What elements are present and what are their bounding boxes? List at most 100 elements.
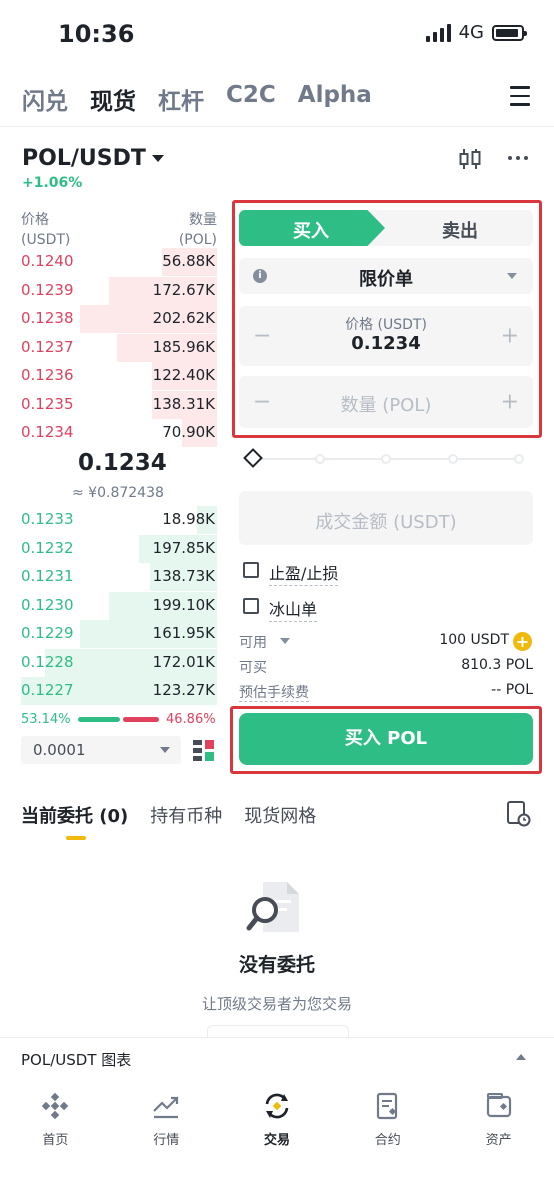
nav-futures-label: 合约 <box>374 1133 401 1148</box>
slider-stop-50[interactable] <box>381 454 391 464</box>
nav-futures[interactable]: 合约 <box>332 1081 443 1177</box>
ask-quantity: 70.90K <box>162 423 215 441</box>
iceberg-checkbox[interactable] <box>243 598 259 614</box>
caret-down-icon[interactable] <box>152 155 164 162</box>
orders-tabs: 当前委托 (0) 持有币种 现货网格 <box>21 802 316 828</box>
pair-selector[interactable]: POL/USDT <box>22 146 146 171</box>
buy-tab[interactable]: 买入 <box>239 210 385 246</box>
bid-row[interactable]: 0.1232 197.85K <box>21 534 217 563</box>
candlestick-icon[interactable] <box>459 147 481 175</box>
empty-subtitle: 让顶级交易者为您交易 <box>201 995 352 1013</box>
fee-row: 预估手续费 -- POL <box>239 682 533 702</box>
status-time: 10:36 <box>58 20 135 48</box>
ask-quantity: 138.31K <box>152 394 215 413</box>
nav-trade[interactable]: 交易 <box>222 1081 333 1177</box>
amount-placeholder: 成交金额 (USDT) <box>315 512 457 533</box>
bid-quantity: 138.73K <box>152 567 215 585</box>
nav-assets[interactable]: 资产 <box>443 1081 554 1177</box>
available-label[interactable]: 可用 <box>239 635 267 651</box>
order-type-select[interactable]: i 限价单 <box>239 258 533 294</box>
ask-row[interactable]: 0.1237 185.96K <box>21 333 217 362</box>
sell-ratio: 46.86% <box>166 712 216 727</box>
price-label: 价格 (USDT) <box>345 317 427 333</box>
tp-sl-checkbox[interactable] <box>243 562 259 578</box>
bid-row[interactable]: 0.1227 123.27K <box>21 677 217 705</box>
bid-price: 0.1231 <box>21 567 74 585</box>
status-indicators: 4G <box>425 22 527 43</box>
empty-title: 没有委托 <box>238 954 315 976</box>
ask-row[interactable]: 0.1240 56.88K <box>21 248 217 276</box>
bid-row[interactable]: 0.1229 161.95K <box>21 620 217 648</box>
mid-price-cny: ≈ ¥0.872438 <box>72 485 164 501</box>
tab-open-orders[interactable]: 当前委托 (0) <box>21 802 128 828</box>
chart-bar-label[interactable]: POL/USDT 图表 <box>21 1049 131 1070</box>
slider-stop-100[interactable] <box>514 454 524 464</box>
network-label: 4G <box>458 22 484 43</box>
wallet-icon <box>486 1093 511 1118</box>
amount-input[interactable]: 成交金额 (USDT) <box>239 491 533 545</box>
ob-price-header: 价格 (USDT) <box>21 212 71 248</box>
bid-price: 0.1230 <box>21 595 74 614</box>
increase-price-button[interactable]: + <box>501 324 519 349</box>
slider-stop-75[interactable] <box>448 454 458 464</box>
slider-stop-25[interactable] <box>315 454 325 464</box>
ob-qty-header: 数量 (POL) <box>178 212 217 248</box>
ask-row[interactable]: 0.1238 202.62K <box>21 305 217 333</box>
ask-row[interactable]: 0.1236 122.40K <box>21 362 217 390</box>
bid-row[interactable]: 0.1233 18.98K <box>21 506 217 534</box>
ask-price: 0.1237 <box>21 337 74 356</box>
bid-row[interactable]: 0.1230 199.10K <box>21 591 217 620</box>
iceberg-label[interactable]: 冰山单 <box>269 596 318 622</box>
bid-quantity: 199.10K <box>152 595 215 614</box>
futures-contract-icon <box>376 1092 397 1120</box>
bid-row[interactable]: 0.1228 172.01K <box>21 648 217 677</box>
tp-sl-label[interactable]: 止盈/止损 <box>269 560 339 586</box>
bid-row[interactable]: 0.1231 138.73K <box>21 563 217 591</box>
order-history-icon[interactable] <box>507 801 531 827</box>
sell-tab[interactable]: 卖出 <box>400 217 520 243</box>
precision-select[interactable]: 0.0001 <box>21 736 181 764</box>
market-trend-icon <box>153 1096 179 1119</box>
menu-icon[interactable] <box>510 86 530 112</box>
increase-qty-button[interactable]: + <box>501 390 519 415</box>
ask-price: 0.1239 <box>21 280 74 299</box>
ask-quantity: 56.88K <box>162 252 215 270</box>
mid-price: 0.1234 <box>78 450 167 476</box>
ask-price: 0.1235 <box>21 394 74 413</box>
price-input[interactable]: − 价格 (USDT) 0.1234 + <box>239 306 533 366</box>
amount-slider-thumb[interactable] <box>243 448 263 468</box>
nav-markets[interactable]: 行情 <box>111 1081 222 1177</box>
tab-alpha[interactable]: Alpha <box>298 82 372 116</box>
ask-quantity: 172.67K <box>152 280 215 299</box>
tab-flash-swap[interactable]: 闪兑 <box>22 82 68 116</box>
battery-icon <box>492 24 527 41</box>
ask-row[interactable]: 0.1239 172.67K <box>21 276 217 305</box>
bid-price: 0.1229 <box>21 624 74 642</box>
buy-submit-button[interactable]: 买入 POL <box>239 713 533 765</box>
caret-up-icon[interactable] <box>516 1054 526 1060</box>
caret-down-icon[interactable] <box>280 638 290 644</box>
book-layout-icon[interactable] <box>193 740 214 761</box>
can-buy-label: 可买 <box>239 660 267 676</box>
tab-c2c[interactable]: C2C <box>226 82 276 116</box>
tab-spot-grid[interactable]: 现货网格 <box>244 802 316 828</box>
bid-quantity: 197.85K <box>152 538 215 557</box>
tab-margin[interactable]: 杠杆 <box>158 82 204 116</box>
ask-row[interactable]: 0.1235 138.31K <box>21 390 217 419</box>
quantity-input[interactable]: − 数量 (POL) + <box>239 376 533 428</box>
tab-spot[interactable]: 现货 <box>90 82 136 116</box>
add-funds-icon[interactable]: + <box>513 632 532 651</box>
buy-ratio: 53.14% <box>21 712 71 727</box>
caret-down-icon[interactable] <box>160 747 170 753</box>
ask-price: 0.1236 <box>21 366 74 384</box>
nav-home[interactable]: 首页 <box>0 1081 111 1177</box>
fee-label[interactable]: 预估手续费 <box>239 685 309 702</box>
price-value[interactable]: 0.1234 <box>239 333 533 354</box>
bid-quantity: 123.27K <box>152 681 215 699</box>
fee-value: -- POL <box>491 682 533 698</box>
tab-holdings[interactable]: 持有币种 <box>150 802 222 828</box>
divider <box>0 126 554 127</box>
more-icon[interactable] <box>508 156 528 160</box>
ask-row[interactable]: 0.1234 70.90K <box>21 419 217 447</box>
quantity-placeholder: 数量 (POL) <box>340 395 432 416</box>
